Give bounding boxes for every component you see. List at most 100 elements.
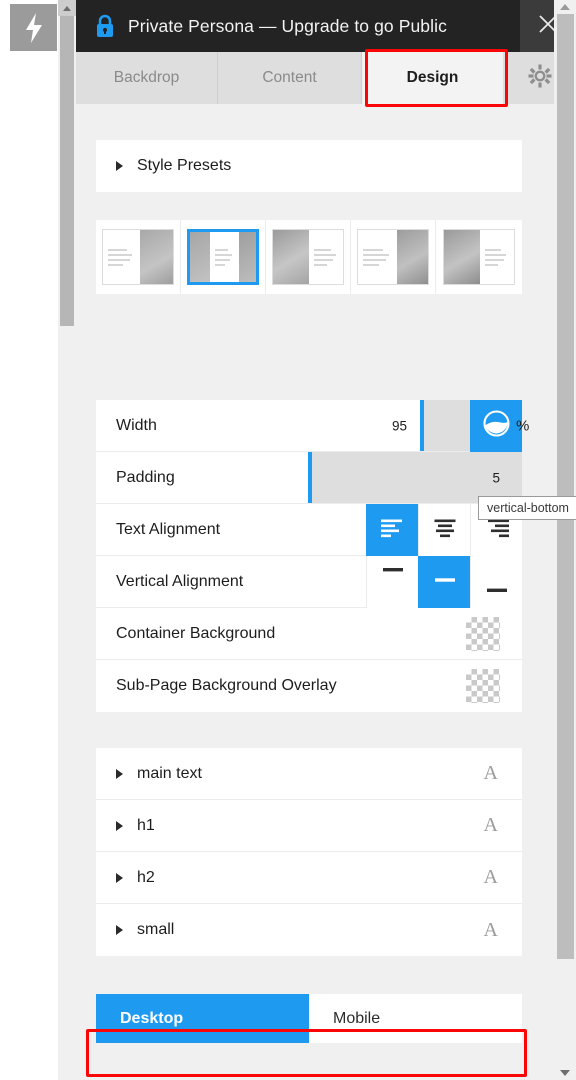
subpage-background-overlay-swatch[interactable] <box>466 669 500 703</box>
preset-image-block <box>140 230 173 284</box>
preset-text-block <box>103 230 140 284</box>
preset-thumb-1[interactable] <box>96 220 181 294</box>
setting-row-padding: Padding 5 <box>96 452 522 504</box>
style-presets-card: Style Presets <box>96 140 522 192</box>
panel-scrollbar[interactable] <box>554 0 576 1080</box>
device-toggle: Desktop Mobile <box>96 994 522 1043</box>
contrast-circle-icon <box>482 410 510 442</box>
panel-body: Style Presets Width 95 % Padding 5 Text … <box>76 104 554 1080</box>
gear-icon <box>527 63 553 94</box>
preset-image-block <box>273 230 310 284</box>
setting-row-vertical-alignment: Vertical Alignment <box>96 556 522 608</box>
width-slider-track[interactable] <box>422 400 470 451</box>
width-value: 95 <box>392 418 408 433</box>
container-background-swatch[interactable] <box>466 616 500 651</box>
design-panel: Private Persona — Upgrade to go Public B… <box>76 0 576 1080</box>
device-tab-desktop-label: Desktop <box>120 1009 184 1027</box>
settings-card: Width 95 % Padding 5 Text Alignment Vert… <box>96 400 529 712</box>
chevron-right-icon <box>116 161 123 171</box>
font-a-icon: A <box>483 866 498 888</box>
container-background-label: Container Background <box>116 624 276 642</box>
chevron-right-icon <box>116 768 123 779</box>
panel-tabbar: Backdrop Content Design <box>76 52 576 104</box>
device-tab-mobile[interactable]: Mobile <box>309 994 522 1043</box>
preset-thumb-5[interactable] <box>436 220 521 294</box>
align-left-icon <box>380 518 406 543</box>
lightning-bolt-tile[interactable] <box>10 4 57 51</box>
vertical-middle-icon <box>431 565 459 600</box>
lock-icon <box>94 13 116 39</box>
tab-backdrop[interactable]: Backdrop <box>76 52 218 104</box>
setting-row-width: Width 95 % <box>96 400 529 452</box>
chevron-right-icon <box>116 872 123 883</box>
setting-row-container-background: Container Background <box>96 608 522 660</box>
width-unit-label: % <box>516 417 530 434</box>
chevron-right-icon <box>116 820 123 831</box>
preset-thumb-2[interactable] <box>181 220 266 294</box>
screen: Private Persona — Upgrade to go Public B… <box>0 0 576 1080</box>
subpage-background-overlay-label: Sub-Page Background Overlay <box>116 677 337 694</box>
panel-scroll-up-arrow-icon[interactable] <box>554 0 576 14</box>
panel-scrollbar-thumb[interactable] <box>557 14 574 959</box>
typography-label-h2: h2 <box>137 868 155 886</box>
vertical-bottom-button[interactable] <box>470 556 522 608</box>
typography-row-small[interactable]: small A <box>96 904 522 956</box>
preset-text-block <box>309 230 343 284</box>
tab-content-label: Content <box>262 69 317 86</box>
tab-content[interactable]: Content <box>218 52 362 104</box>
width-unit-toggle-button[interactable] <box>470 400 522 452</box>
typography-card: main text A h1 A h2 A small A <box>96 748 522 956</box>
tab-design[interactable]: Design <box>362 52 504 104</box>
typography-row-main-text[interactable]: main text A <box>96 748 522 800</box>
preset-text-block <box>480 230 514 284</box>
preset-image-block <box>443 230 480 284</box>
page-scrollbar[interactable] <box>58 0 76 1080</box>
font-a-icon: A <box>483 762 498 784</box>
text-alignment-label: Text Alignment <box>116 520 221 538</box>
typography-label-small: small <box>137 921 175 938</box>
modal-title: Private Persona — Upgrade to go Public <box>128 15 447 36</box>
tooltip-text: vertical-bottom <box>487 501 569 515</box>
preset-thumbnail-strip <box>96 220 522 294</box>
vertical-top-button[interactable] <box>366 556 418 608</box>
preset-thumb-4[interactable] <box>351 220 436 294</box>
device-tab-desktop[interactable]: Desktop <box>96 994 309 1043</box>
align-center-icon <box>432 518 458 543</box>
lightning-bolt-icon <box>23 12 45 43</box>
preset-image-block <box>238 232 256 282</box>
typography-row-h2[interactable]: h2 A <box>96 852 522 904</box>
style-presets-toggle[interactable]: Style Presets <box>96 140 522 192</box>
page-scrollbar-thumb[interactable] <box>60 16 74 326</box>
font-a-icon: A <box>483 814 498 836</box>
preset-image-block <box>397 230 428 284</box>
panel-scroll-down-arrow-icon[interactable] <box>554 1066 576 1080</box>
typography-row-h1[interactable]: h1 A <box>96 800 522 852</box>
backdrop-left-strip <box>0 0 57 1080</box>
align-center-button[interactable] <box>418 504 470 556</box>
preset-text-block <box>358 230 397 284</box>
align-left-button[interactable] <box>366 504 418 556</box>
align-right-icon <box>484 518 510 543</box>
setting-row-text-alignment: Text Alignment <box>96 504 522 556</box>
tab-backdrop-label: Backdrop <box>113 69 180 86</box>
modal-titlebar: Private Persona — Upgrade to go Public <box>76 0 576 52</box>
style-presets-label: Style Presets <box>137 157 232 174</box>
preset-thumb-3[interactable] <box>266 220 351 294</box>
tab-design-label: Design <box>406 69 459 86</box>
padding-value: 5 <box>492 470 500 485</box>
padding-label: Padding <box>116 468 175 486</box>
vertical-bottom-icon <box>483 565 511 600</box>
preset-image-block <box>190 232 210 282</box>
tooltip: vertical-bottom <box>478 496 576 520</box>
typography-label-h1: h1 <box>137 816 155 834</box>
vertical-top-icon <box>379 565 407 600</box>
setting-row-subpage-background-overlay: Sub-Page Background Overlay <box>96 660 522 712</box>
scroll-up-arrow-icon[interactable] <box>58 0 76 16</box>
vertical-middle-button[interactable] <box>418 556 470 608</box>
preset-text-block <box>210 232 239 282</box>
padding-slider-handle[interactable] <box>308 452 312 503</box>
width-slider-handle[interactable] <box>420 400 424 451</box>
font-a-icon: A <box>483 918 498 941</box>
chevron-right-icon <box>116 925 123 935</box>
device-tab-mobile-label: Mobile <box>333 1009 381 1027</box>
